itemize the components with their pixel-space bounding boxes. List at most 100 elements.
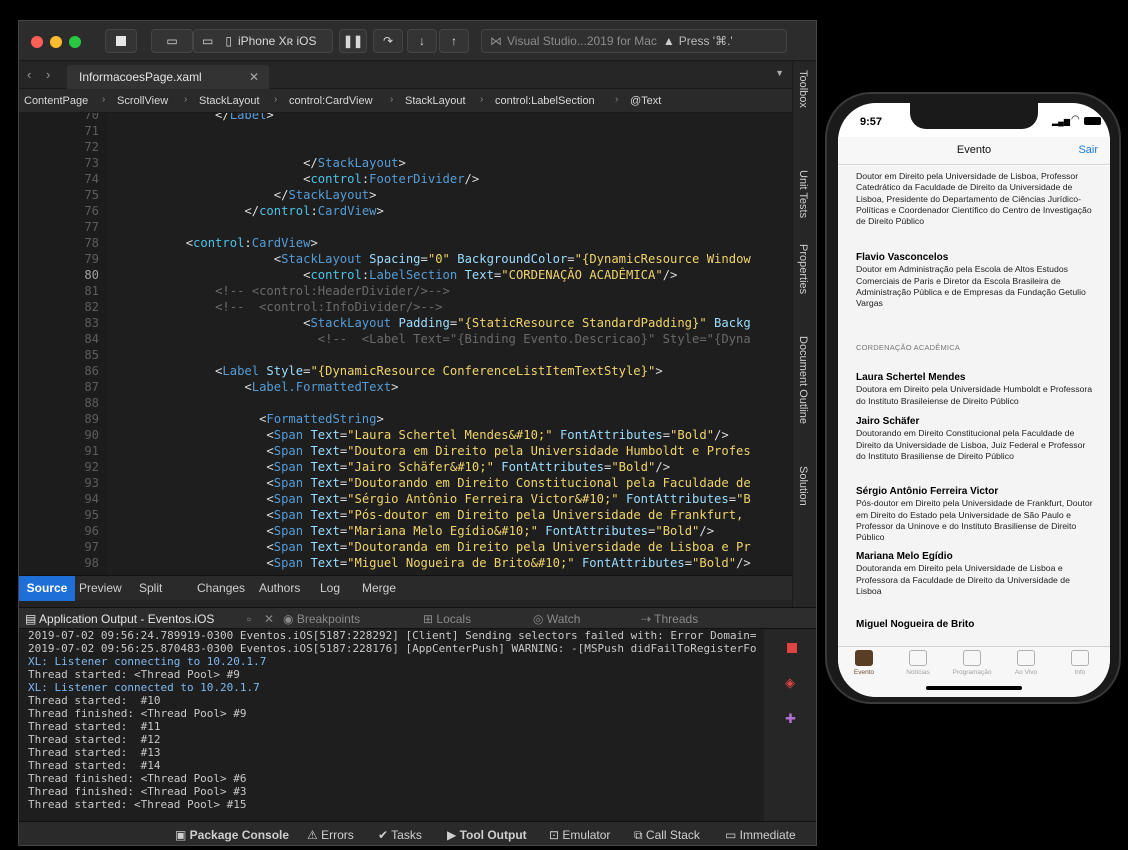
close-icon[interactable]: ✕ (249, 70, 259, 84)
code-text: <StackLayout Spacing="0" BackgroundColor… (127, 252, 751, 266)
pad-minimize-icon[interactable]: ▫ (247, 612, 251, 626)
tab-news[interactable]: Notícias (898, 650, 938, 676)
line-number: 92 (84, 460, 99, 474)
output-line: Thread started: #10 (28, 694, 161, 707)
emulator-button[interactable]: ⊡ Emulator (549, 828, 610, 842)
phone-screen: 9:57 ▂▄▆ ◠ Evento Sair Doutor em Direito… (838, 103, 1110, 697)
window-icon: ▭ (202, 34, 214, 48)
tab-overflow-icon[interactable]: ▼ (775, 68, 784, 78)
tab-authors[interactable]: Authors (259, 581, 300, 595)
speaker-entry: Sérgio Antônio Ferreira Victor Pós-doutor… (856, 486, 1096, 543)
breadcrumb-item[interactable]: @Text (630, 95, 661, 107)
right-pad-sidebar: Toolbox Unit Tests Properties Document O… (792, 62, 816, 620)
output-line: Thread started: <Thread Pool> #15 (28, 798, 247, 811)
zoom-window-button[interactable] (69, 36, 81, 48)
nav-back-icon[interactable]: ‹ (27, 67, 31, 82)
tab-threads-label: Threads (654, 612, 699, 626)
properties-pad-tab[interactable]: Properties (797, 244, 809, 294)
breadcrumb-chevron-icon: › (390, 94, 394, 105)
tab-live[interactable]: Ao Vivo (1006, 650, 1046, 676)
package-console-button[interactable]: ▣ Package Console (175, 828, 289, 842)
step-over-button[interactable]: ↷ (373, 29, 403, 53)
immediate-label: Immediate (739, 828, 796, 842)
pad-close-icon[interactable]: ✕ (264, 612, 274, 626)
document-outline-pad-tab[interactable]: Document Outline (797, 336, 809, 424)
speaker-name: Jairo Schäfer (856, 416, 920, 427)
tab-threads[interactable]: ⇢ Threads (641, 612, 698, 626)
tab-preview[interactable]: Preview (79, 581, 122, 595)
code-text: <Span Text="Doutoranda em Direito pela U… (127, 540, 751, 554)
speaker-name: Miguel Nogueira de Brito (856, 619, 975, 630)
tab-merge[interactable]: Merge (362, 581, 396, 595)
close-window-button[interactable] (31, 36, 43, 48)
breadcrumb-item[interactable]: ContentPage (24, 95, 88, 107)
warning-icon: ▲ (662, 34, 675, 48)
line-number: 84 (84, 332, 99, 346)
line-number: 71 (84, 124, 99, 138)
tab-watch[interactable]: ◎ Watch (533, 612, 580, 626)
step-out-button[interactable]: ↑ (439, 29, 469, 53)
tab-application-output[interactable]: ▤ Application Output - Eventos.iOS (25, 612, 214, 626)
tool-output-button[interactable]: ▶ Tool Output (447, 828, 527, 842)
breadcrumb-item[interactable]: control:LabelSection (495, 95, 595, 107)
tab-application-output-label: Application Output - Eventos.iOS (39, 612, 215, 626)
output-line: Thread finished: <Thread Pool> #6 (28, 772, 247, 785)
tab-changes[interactable]: Changes (197, 581, 245, 595)
sair-button[interactable]: Sair (1078, 144, 1098, 156)
breadcrumb-chevron-icon: › (615, 94, 619, 105)
clear-output-icon[interactable]: ◈ (785, 675, 795, 691)
errors-button[interactable]: ⚠ Errors (307, 828, 354, 842)
line-number: 73 (84, 156, 99, 170)
event-info-list[interactable]: Doutor em Direito pela Universidade de L… (838, 166, 1110, 646)
breadcrumb-item[interactable]: control:CardView (289, 95, 373, 107)
tab-schedule[interactable]: Programação (952, 650, 992, 676)
output-line: Thread started: #14 (28, 759, 161, 772)
device-selector[interactable]: ▭ ▯ iPhone Xʀ iOS (193, 29, 333, 53)
breadcrumb-item[interactable]: StackLayout (199, 95, 260, 107)
locals-icon: ⊞ (423, 612, 437, 626)
tab-breakpoints[interactable]: ◉ Breakpoints (283, 612, 360, 626)
immediate-button[interactable]: ▭ Immediate (725, 828, 796, 842)
stop-icon (116, 36, 126, 46)
solution-pad-tab[interactable]: Solution (797, 466, 809, 506)
stop-button[interactable] (105, 29, 137, 53)
configuration-selector[interactable]: ▭ (151, 29, 193, 53)
vs-logo-icon: ⋈ (490, 34, 502, 48)
speaker-name: Mariana Melo Egídio (856, 551, 953, 562)
output-line: XL: Listener connecting to 10.20.1.7 (28, 655, 267, 668)
emulator-label: Emulator (562, 828, 611, 842)
pause-button[interactable]: ❚❚ (339, 29, 367, 53)
tab-event[interactable]: Evento (844, 650, 884, 676)
output-line: Thread started: #11 (28, 720, 161, 733)
tab-source[interactable]: Source (19, 576, 75, 601)
minimize-window-button[interactable] (50, 36, 62, 48)
tasks-button[interactable]: ✔ Tasks (378, 828, 422, 842)
code-editor[interactable]: 70 </Label> 71 72 73 </StackLayout> 74 <cont… (19, 113, 792, 575)
pin-output-icon[interactable]: ✚ (785, 711, 796, 727)
application-output-log[interactable]: 2019-07-02 09:56:24.789919-0300 Eventos.… (19, 629, 764, 821)
stop-output-icon[interactable] (787, 643, 797, 653)
pause-icon: ❚❚ (342, 34, 364, 48)
code-text: <Span Text="Doutorando em Direito Consti… (127, 476, 751, 490)
tab-locals[interactable]: ⊞ Locals (423, 612, 471, 626)
search-placeholder[interactable]: Press '⌘.' (679, 34, 733, 48)
toolbox-pad-tab[interactable]: Toolbox (797, 70, 809, 108)
tab-log[interactable]: Log (320, 581, 340, 595)
line-number: 87 (84, 380, 99, 394)
breadcrumb-item[interactable]: ScrollView (117, 95, 168, 107)
breadcrumb-item[interactable]: StackLayout (405, 95, 466, 107)
unit-tests-pad-tab[interactable]: Unit Tests (797, 170, 809, 218)
info-icon (1071, 650, 1089, 666)
output-line: Thread started: #12 (28, 733, 161, 746)
document-tab[interactable]: InformacoesPage.xaml ✕ (67, 65, 269, 89)
code-text: <Span Text="Mariana Melo Egídio&#10;" Fo… (127, 524, 715, 538)
editor-view-tabs: Source Preview Split Changes Authors Log… (19, 575, 792, 601)
section-header: CORDENAÇÃO ACADÊMICA (856, 343, 961, 352)
tab-info[interactable]: Info (1060, 650, 1100, 676)
nav-forward-icon[interactable]: › (46, 67, 50, 82)
call-stack-button[interactable]: ⧉ Call Stack (634, 828, 700, 843)
code-text: <!-- <control:InfoDivider/>--> (215, 300, 443, 314)
tab-split[interactable]: Split (139, 581, 162, 595)
step-into-button[interactable]: ↓ (407, 29, 437, 53)
iphone-simulator: 9:57 ▂▄▆ ◠ Evento Sair Doutor em Direito… (825, 92, 1121, 704)
